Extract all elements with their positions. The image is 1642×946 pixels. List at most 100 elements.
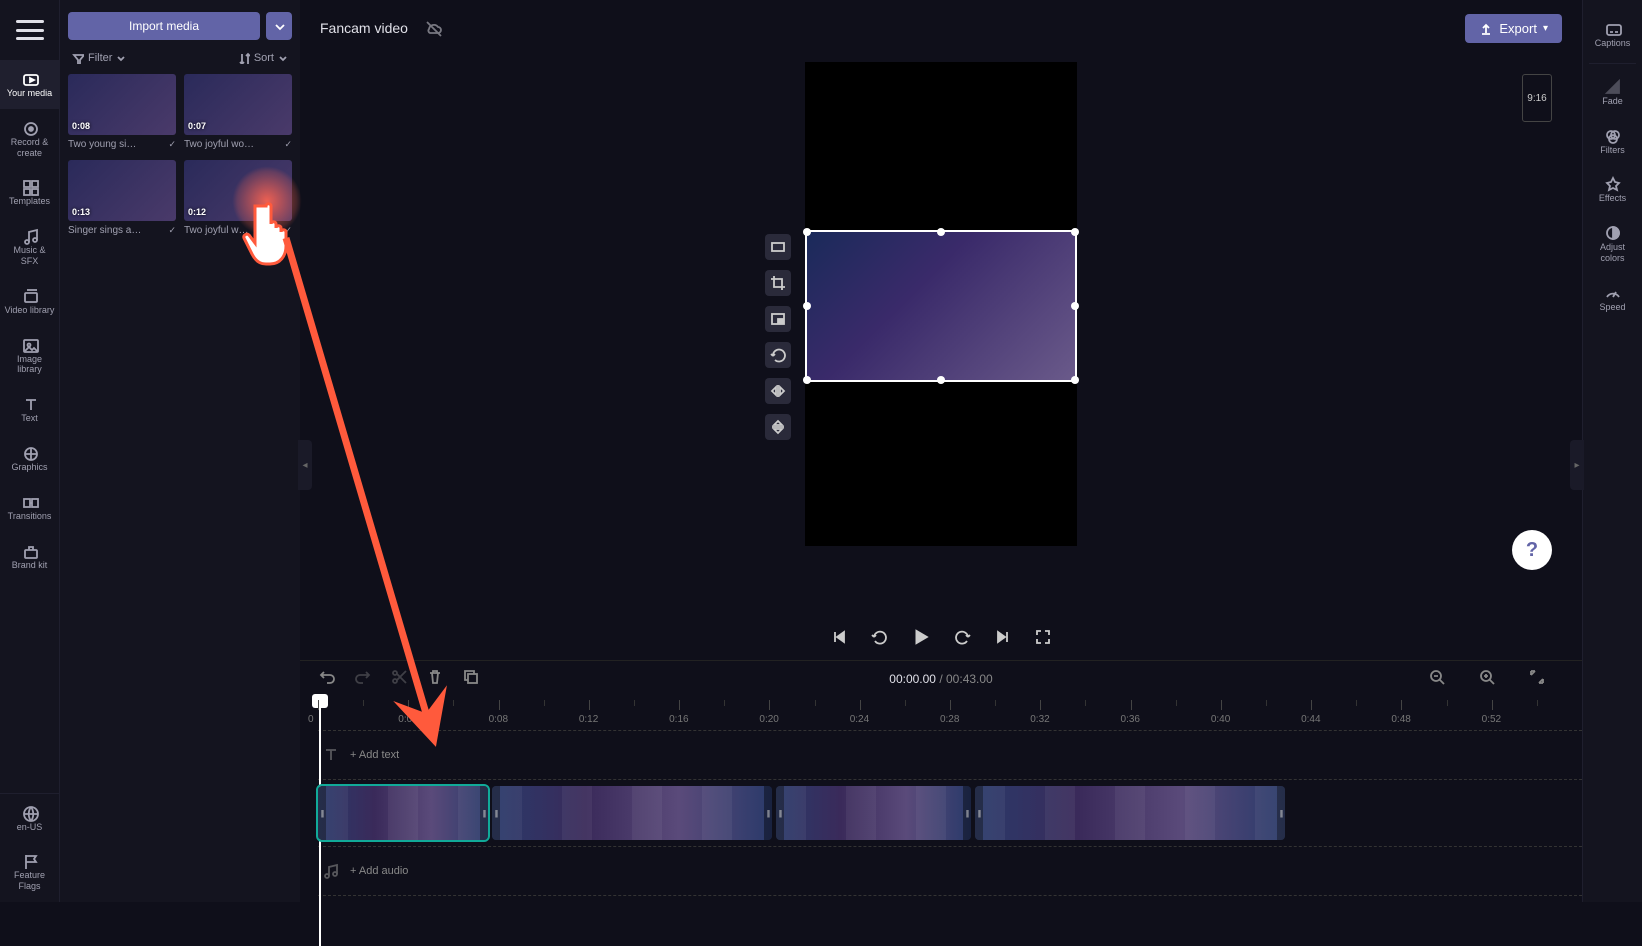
rail-music[interactable]: Music & SFX <box>0 217 59 277</box>
clip-trim-right[interactable]: || <box>764 786 772 840</box>
zoom-fit-button[interactable] <box>1528 668 1546 689</box>
rail-image-library[interactable]: Image library <box>0 326 59 386</box>
timeline-ruler[interactable]: 00:040:080:120:160:200:240:280:320:360:4… <box>300 696 1582 730</box>
clip-trim-left[interactable]: || <box>318 786 326 840</box>
timeline-clip[interactable]: || || <box>975 786 1285 840</box>
media-item[interactable]: 0:12Two joyful w…✓ <box>184 160 292 236</box>
timecode-display: 00:00.00 / 00:43.00 <box>889 672 992 686</box>
rewind-icon <box>870 628 888 646</box>
rail-your-media[interactable]: Your media <box>0 60 59 109</box>
pip-button[interactable] <box>765 306 791 332</box>
sort-button[interactable]: Sort <box>238 52 288 64</box>
media-thumbnail[interactable]: 0:08 <box>68 74 176 135</box>
video-track[interactable]: |||||||||||||||| <box>318 786 1582 840</box>
timeline-clip[interactable]: || || <box>492 786 772 840</box>
project-title[interactable]: Fancam video <box>320 20 408 36</box>
collapse-left-panel-button[interactable]: ◂ <box>298 440 312 490</box>
fit-button[interactable] <box>765 234 791 260</box>
rotate-button[interactable] <box>765 342 791 368</box>
rail-captions[interactable]: Captions <box>1583 10 1642 59</box>
filter-button[interactable]: Filter <box>72 52 126 64</box>
rail-filters[interactable]: Filters <box>1583 117 1642 166</box>
rail-label: en-US <box>17 822 43 833</box>
rail-transitions[interactable]: Transitions <box>0 483 59 532</box>
rail-label: Video library <box>5 305 55 316</box>
rail-brand-kit[interactable]: Brand kit <box>0 532 59 581</box>
zoom-in-button[interactable] <box>1478 668 1496 689</box>
skip-end-button[interactable] <box>994 628 1012 646</box>
fullscreen-button[interactable] <box>1034 628 1052 646</box>
resize-handle[interactable] <box>803 228 811 236</box>
timeline-clip[interactable]: || || <box>776 786 971 840</box>
rail-label: Brand kit <box>12 560 48 571</box>
play-button[interactable] <box>910 626 932 648</box>
delete-button[interactable] <box>426 668 444 689</box>
skip-start-button[interactable] <box>830 628 848 646</box>
rotate-icon <box>769 346 787 364</box>
rewind-button[interactable] <box>870 628 888 646</box>
split-button[interactable] <box>390 668 408 689</box>
rail-locale[interactable]: en-US <box>0 794 59 843</box>
chevron-down-icon: ▾ <box>1543 23 1548 34</box>
clip-trim-left[interactable]: || <box>492 786 500 840</box>
flip-v-button[interactable] <box>765 414 791 440</box>
rail-label: Templates <box>9 196 50 207</box>
resize-handle[interactable] <box>1071 228 1079 236</box>
menu-icon[interactable] <box>16 20 44 40</box>
clip-trim-left[interactable]: || <box>776 786 784 840</box>
resize-handle[interactable] <box>937 376 945 384</box>
undo-button[interactable] <box>318 668 336 689</box>
rail-adjust-colors[interactable]: Adjust colors <box>1583 214 1642 274</box>
captions-icon <box>1604 20 1622 38</box>
rail-feature-flags[interactable]: Feature Flags <box>0 842 59 902</box>
rail-graphics[interactable]: Graphics <box>0 434 59 483</box>
import-media-button[interactable]: Import media <box>68 12 260 40</box>
resize-handle[interactable] <box>937 228 945 236</box>
clip-trim-right[interactable]: || <box>963 786 971 840</box>
right-rail: Captions Fade Filters Effects Adjust col… <box>1582 0 1642 902</box>
collapse-right-panel-button[interactable]: ▸ <box>1570 440 1584 490</box>
duplicate-button[interactable] <box>462 668 480 689</box>
flip-v-icon <box>769 418 787 436</box>
current-time: 00:00.00 <box>889 672 936 686</box>
rail-speed[interactable]: Speed <box>1583 274 1642 323</box>
rail-label: Graphics <box>11 462 47 473</box>
clip-trim-left[interactable]: || <box>975 786 983 840</box>
rail-video-library[interactable]: Video library <box>0 277 59 326</box>
resize-handle[interactable] <box>1071 376 1079 384</box>
zoom-out-button[interactable] <box>1428 668 1446 689</box>
export-button[interactable]: Export ▾ <box>1465 14 1562 43</box>
text-track[interactable]: + Add text <box>318 730 1582 780</box>
selected-clip-overlay[interactable] <box>805 230 1077 382</box>
add-audio-link[interactable]: + Add audio <box>350 865 408 877</box>
preview-canvas[interactable] <box>805 62 1077 546</box>
help-button[interactable]: ? <box>1512 530 1552 570</box>
resize-handle[interactable] <box>803 376 811 384</box>
rail-effects[interactable]: Effects <box>1583 165 1642 214</box>
resize-handle[interactable] <box>803 302 811 310</box>
clip-trim-right[interactable]: || <box>1277 786 1285 840</box>
resize-handle[interactable] <box>1071 302 1079 310</box>
import-dropdown-button[interactable] <box>266 12 292 40</box>
pointer-hand-icon <box>240 196 304 271</box>
media-item[interactable]: 0:13Singer sings a…✓ <box>68 160 176 236</box>
media-item[interactable]: 0:08Two young si…✓ <box>68 74 176 150</box>
add-text-link[interactable]: + Add text <box>350 749 399 761</box>
clip-trim-right[interactable]: || <box>480 786 488 840</box>
rail-fade[interactable]: Fade <box>1583 68 1642 117</box>
crop-button[interactable] <box>765 270 791 296</box>
media-checked-icon: ✓ <box>168 225 176 236</box>
rail-record[interactable]: Record & create <box>0 109 59 169</box>
timeline-clip[interactable]: || || <box>318 786 488 840</box>
media-thumbnail[interactable]: 0:13 <box>68 160 176 221</box>
media-item[interactable]: 0:07Two joyful wo…✓ <box>184 74 292 150</box>
audio-track[interactable]: + Add audio <box>318 846 1582 896</box>
media-thumbnail[interactable]: 0:07 <box>184 74 292 135</box>
rail-text[interactable]: Text <box>0 385 59 434</box>
flip-h-button[interactable] <box>765 378 791 404</box>
templates-icon <box>21 178 39 196</box>
aspect-ratio-button[interactable]: 9:16 <box>1522 74 1552 122</box>
forward-button[interactable] <box>954 628 972 646</box>
redo-button[interactable] <box>354 668 372 689</box>
rail-templates[interactable]: Templates <box>0 168 59 217</box>
